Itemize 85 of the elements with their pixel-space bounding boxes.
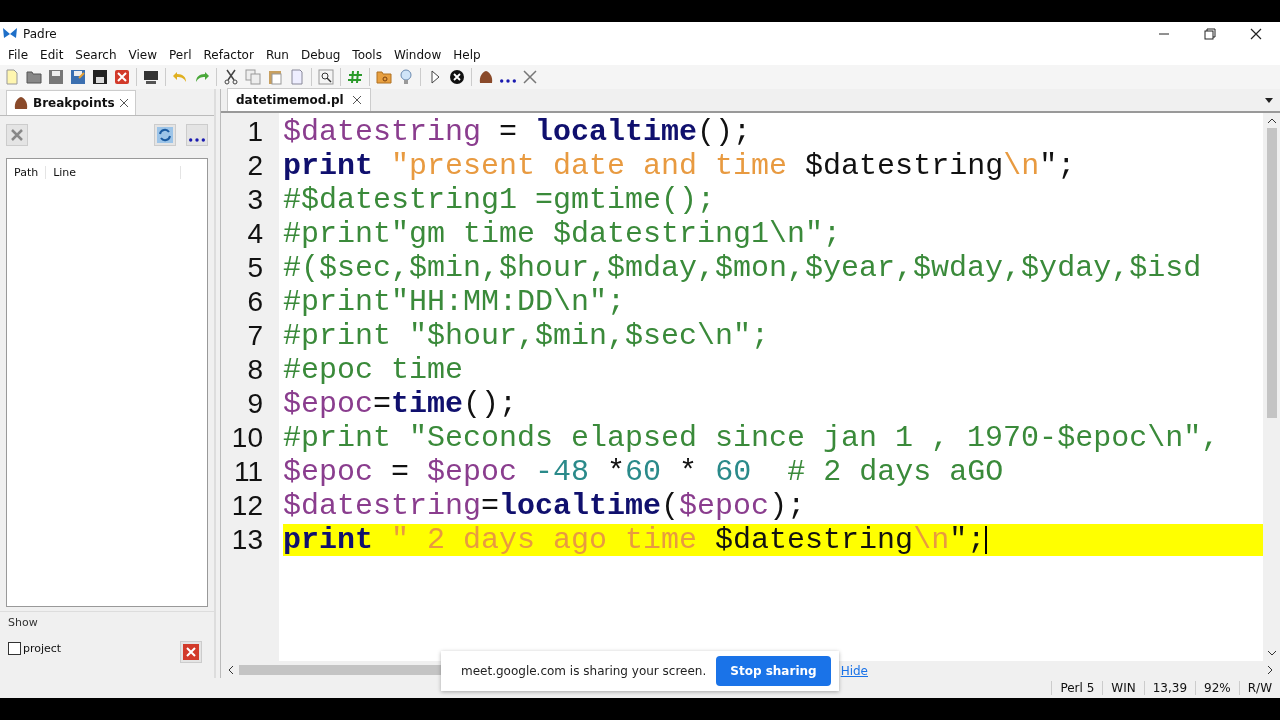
more-button[interactable]: [186, 124, 208, 146]
refresh-icon: [157, 127, 173, 143]
menu-item[interactable]: Edit: [34, 48, 70, 62]
code-line: $datestring = localtime();: [283, 116, 753, 148]
line-number: 12: [230, 490, 263, 522]
line-number: 2: [246, 150, 263, 182]
hash-icon[interactable]: [347, 69, 363, 85]
line-number: 5: [246, 252, 263, 284]
more-icon[interactable]: [500, 79, 516, 83]
line-number: 3: [246, 184, 263, 216]
line-number: 11: [232, 456, 263, 488]
search-icon[interactable]: [318, 69, 334, 85]
status-field: Perl 5: [1051, 681, 1103, 695]
folder-search-icon[interactable]: [376, 69, 392, 85]
code-line: #print "$hour,$min,$sec\n";: [283, 320, 771, 352]
scroll-right-icon[interactable]: [1266, 664, 1274, 675]
status-field: R/W: [1238, 681, 1280, 695]
status-field: 13,39: [1143, 681, 1196, 695]
line-number: 7: [246, 320, 263, 352]
monitor-icon[interactable]: [143, 69, 159, 85]
line-number: 4: [246, 218, 263, 250]
line-number: 13: [230, 524, 263, 556]
code-line: #print"HH:MM:DD\n";: [283, 286, 627, 318]
code-line: print "present date and time $datestring\n";: [283, 150, 1077, 182]
bug-icon[interactable]: [478, 69, 494, 85]
stop-sharing-button[interactable]: Stop sharing: [716, 656, 831, 686]
column-header[interactable]: Line: [46, 165, 182, 179]
refresh-button[interactable]: [154, 124, 176, 146]
status-field: WIN: [1102, 681, 1144, 695]
menu-item[interactable]: Search: [69, 48, 123, 62]
checkbox[interactable]: [8, 641, 21, 655]
code-line: $epoc=time();: [283, 388, 519, 420]
menu-item[interactable]: View: [122, 48, 164, 62]
close-icon[interactable]: [118, 98, 129, 108]
save-as-icon[interactable]: [70, 69, 86, 85]
save-icon[interactable]: [48, 69, 64, 85]
code-line: $datestring=localtime($epoc);: [283, 490, 807, 522]
restore-icon[interactable]: [1204, 27, 1216, 40]
window-title: Padre: [23, 26, 57, 41]
menu-item[interactable]: Perl: [163, 48, 198, 62]
scroll-down-icon[interactable]: [1266, 649, 1277, 657]
menu-item[interactable]: Refactor: [197, 48, 260, 62]
menu-item[interactable]: Tools: [346, 48, 388, 62]
scroll-left-icon[interactable]: [227, 664, 235, 675]
code-line: #print "Seconds elapsed since jan 1 , 1970-$epoc\n",: [283, 422, 1221, 454]
code-line: #epoc time: [283, 354, 465, 386]
menu-item[interactable]: File: [2, 48, 35, 62]
lightbulb-icon[interactable]: [398, 69, 414, 85]
menu-item[interactable]: Debug: [294, 48, 347, 62]
folder-icon[interactable]: [26, 69, 42, 85]
delete-button[interactable]: [6, 124, 28, 146]
file-tab[interactable]: datetimemod.pl: [227, 88, 371, 111]
status-field: 92%: [1195, 681, 1239, 695]
code-line: #print"gm time $datestring1\n";: [283, 218, 843, 250]
checkbox-label[interactable]: project: [23, 641, 62, 655]
menu-item[interactable]: Window: [387, 48, 448, 62]
code-line: $epoc = $epoc -48 *60 * 60 # 2 days aGO: [283, 456, 1005, 488]
bug-icon: [13, 95, 29, 111]
close-icon[interactable]: [351, 95, 362, 105]
more-icon: [189, 138, 205, 142]
column-header[interactable]: Path: [7, 165, 47, 179]
close-button[interactable]: [180, 641, 202, 663]
line-number: 6: [246, 286, 263, 318]
code-line: #$datestring1 =gmtime();: [283, 184, 717, 216]
save-all-icon[interactable]: [92, 69, 108, 85]
stop-icon[interactable]: [449, 69, 465, 85]
menu-item[interactable]: Run: [259, 48, 295, 62]
line-number: 8: [246, 354, 263, 386]
dropdown-icon[interactable]: [1264, 96, 1274, 104]
menu-item[interactable]: Help: [447, 48, 487, 62]
panel-tab[interactable]: Breakpoints: [6, 90, 136, 115]
scroll-up-icon[interactable]: [1266, 117, 1277, 125]
line-number: 1: [246, 116, 263, 148]
scrollbar[interactable]: [1263, 113, 1280, 661]
share-message: meet.google.com is sharing your screen.: [461, 664, 707, 678]
code-line: #($sec,$min,$hour,$mday,$mon,$year,$wday,$yday,$isd: [283, 252, 1203, 284]
line-number: 10: [230, 422, 263, 454]
clipboard-icon[interactable]: [267, 69, 283, 85]
close-icon: [183, 644, 199, 660]
close-icon[interactable]: [1250, 27, 1262, 40]
scissors-icon[interactable]: [223, 69, 239, 85]
delete-icon: [10, 128, 24, 142]
hide-link[interactable]: Hide: [840, 664, 868, 678]
group-label: Show: [8, 616, 39, 629]
line-number: 9: [246, 388, 263, 420]
